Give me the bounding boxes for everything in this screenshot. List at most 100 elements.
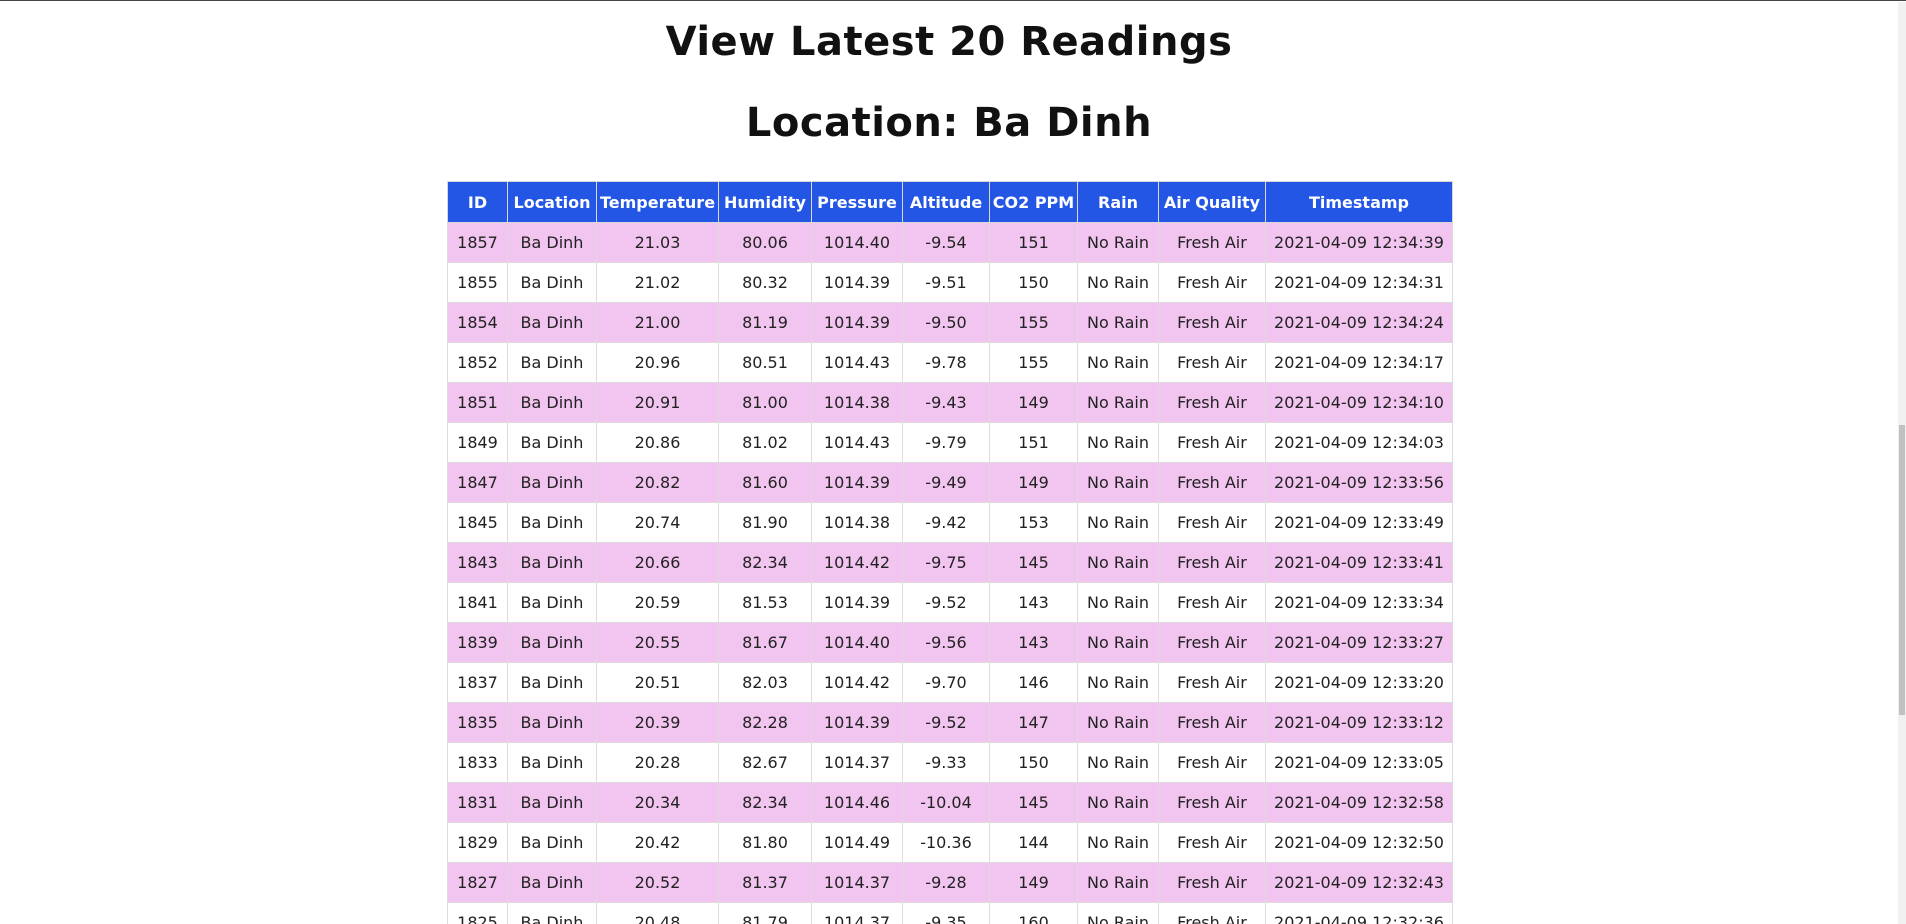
column-header-timestamp: Timestamp (1265, 181, 1453, 223)
cell-pressure: 1014.37 (811, 862, 903, 903)
cell-co2-ppm: 155 (989, 342, 1078, 383)
cell-rain: No Rain (1077, 342, 1159, 383)
cell-id: 1849 (447, 422, 508, 463)
cell-timestamp: 2021-04-09 12:34:17 (1265, 342, 1453, 383)
cell-rain: No Rain (1077, 302, 1159, 343)
cell-altitude: -9.75 (902, 542, 990, 583)
table-row: 1851 Ba Dinh 20.91 81.00 1014.38 -9.43 149 No R… (447, 382, 1453, 423)
cell-timestamp: 2021-04-09 12:32:58 (1265, 782, 1453, 823)
cell-temperature: 20.55 (596, 622, 719, 663)
cell-location: Ba Dinh (507, 542, 597, 583)
cell-humidity: 82.67 (718, 742, 812, 783)
cell-altitude: -9.50 (902, 302, 990, 343)
cell-timestamp: 2021-04-09 12:34:39 (1265, 222, 1453, 263)
cell-temperature: 20.39 (596, 702, 719, 743)
cell-temperature: 20.96 (596, 342, 719, 383)
cell-id: 1835 (447, 702, 508, 743)
cell-id: 1829 (447, 822, 508, 863)
cell-co2-ppm: 150 (989, 262, 1078, 303)
cell-humidity: 81.02 (718, 422, 812, 463)
scrollbar-thumb[interactable] (1899, 425, 1905, 715)
column-header-co2-ppm: CO2 PPM (989, 181, 1078, 223)
cell-rain: No Rain (1077, 542, 1159, 583)
cell-humidity: 81.80 (718, 822, 812, 863)
cell-timestamp: 2021-04-09 12:33:05 (1265, 742, 1453, 783)
vertical-scrollbar[interactable] (1898, 2, 1906, 924)
cell-rain: No Rain (1077, 902, 1159, 924)
cell-id: 1857 (447, 222, 508, 263)
cell-air-quality: Fresh Air (1158, 622, 1266, 663)
cell-humidity: 81.53 (718, 582, 812, 623)
column-header-id: ID (447, 181, 508, 223)
cell-rain: No Rain (1077, 822, 1159, 863)
cell-altitude: -9.35 (902, 902, 990, 924)
cell-timestamp: 2021-04-09 12:33:41 (1265, 542, 1453, 583)
cell-humidity: 80.32 (718, 262, 812, 303)
cell-altitude: -10.04 (902, 782, 990, 823)
cell-location: Ba Dinh (507, 222, 597, 263)
table-body: 1857 Ba Dinh 21.03 80.06 1014.40 -9.54 151 No R… (447, 222, 1453, 924)
cell-altitude: -9.43 (902, 382, 990, 423)
cell-co2-ppm: 147 (989, 702, 1078, 743)
header-row: ID Location Temperature Humidity Pressure Alt… (447, 181, 1453, 223)
cell-humidity: 81.67 (718, 622, 812, 663)
cell-altitude: -9.70 (902, 662, 990, 703)
cell-location: Ba Dinh (507, 422, 597, 463)
cell-temperature: 20.51 (596, 662, 719, 703)
cell-air-quality: Fresh Air (1158, 302, 1266, 343)
cell-rain: No Rain (1077, 582, 1159, 623)
cell-timestamp: 2021-04-09 12:33:34 (1265, 582, 1453, 623)
column-header-pressure: Pressure (811, 181, 903, 223)
cell-rain: No Rain (1077, 422, 1159, 463)
column-header-location: Location (507, 181, 597, 223)
cell-timestamp: 2021-04-09 12:34:03 (1265, 422, 1453, 463)
cell-humidity: 81.60 (718, 462, 812, 503)
cell-rain: No Rain (1077, 702, 1159, 743)
cell-id: 1843 (447, 542, 508, 583)
cell-temperature: 20.42 (596, 822, 719, 863)
cell-temperature: 20.52 (596, 862, 719, 903)
cell-humidity: 81.90 (718, 502, 812, 543)
table-row: 1854 Ba Dinh 21.00 81.19 1014.39 -9.50 155 No R… (447, 302, 1453, 343)
cell-humidity: 82.34 (718, 782, 812, 823)
cell-air-quality: Fresh Air (1158, 782, 1266, 823)
cell-air-quality: Fresh Air (1158, 902, 1266, 924)
cell-temperature: 20.91 (596, 382, 719, 423)
cell-pressure: 1014.42 (811, 662, 903, 703)
cell-id: 1825 (447, 902, 508, 924)
cell-location: Ba Dinh (507, 742, 597, 783)
cell-humidity: 81.37 (718, 862, 812, 903)
table-row: 1837 Ba Dinh 20.51 82.03 1014.42 -9.70 146 No R… (447, 662, 1453, 703)
cell-air-quality: Fresh Air (1158, 382, 1266, 423)
cell-rain: No Rain (1077, 262, 1159, 303)
table-row: 1833 Ba Dinh 20.28 82.67 1014.37 -9.33 150 No R… (447, 742, 1453, 783)
cell-pressure: 1014.37 (811, 902, 903, 924)
cell-co2-ppm: 151 (989, 222, 1078, 263)
readings-table: ID Location Temperature Humidity Pressure Alt… (447, 181, 1453, 924)
cell-air-quality: Fresh Air (1158, 542, 1266, 583)
cell-pressure: 1014.49 (811, 822, 903, 863)
table-row: 1831 Ba Dinh 20.34 82.34 1014.46 -10.04 145 No … (447, 782, 1453, 823)
cell-rain: No Rain (1077, 622, 1159, 663)
cell-temperature: 20.48 (596, 902, 719, 924)
cell-pressure: 1014.39 (811, 262, 903, 303)
cell-id: 1833 (447, 742, 508, 783)
cell-altitude: -9.79 (902, 422, 990, 463)
cell-air-quality: Fresh Air (1158, 342, 1266, 383)
cell-co2-ppm: 144 (989, 822, 1078, 863)
table-row: 1847 Ba Dinh 20.82 81.60 1014.39 -9.49 149 No R… (447, 462, 1453, 503)
page: View Latest 20 Readings Location: Ba Din… (0, 0, 1906, 924)
cell-location: Ba Dinh (507, 862, 597, 903)
cell-location: Ba Dinh (507, 302, 597, 343)
cell-timestamp: 2021-04-09 12:33:27 (1265, 622, 1453, 663)
cell-rain: No Rain (1077, 742, 1159, 783)
cell-rain: No Rain (1077, 502, 1159, 543)
cell-altitude: -9.52 (902, 582, 990, 623)
cell-altitude: -10.36 (902, 822, 990, 863)
table-row: 1855 Ba Dinh 21.02 80.32 1014.39 -9.51 150 No R… (447, 262, 1453, 303)
cell-air-quality: Fresh Air (1158, 222, 1266, 263)
cell-temperature: 20.34 (596, 782, 719, 823)
cell-timestamp: 2021-04-09 12:34:31 (1265, 262, 1453, 303)
cell-location: Ba Dinh (507, 382, 597, 423)
cell-co2-ppm: 149 (989, 862, 1078, 903)
